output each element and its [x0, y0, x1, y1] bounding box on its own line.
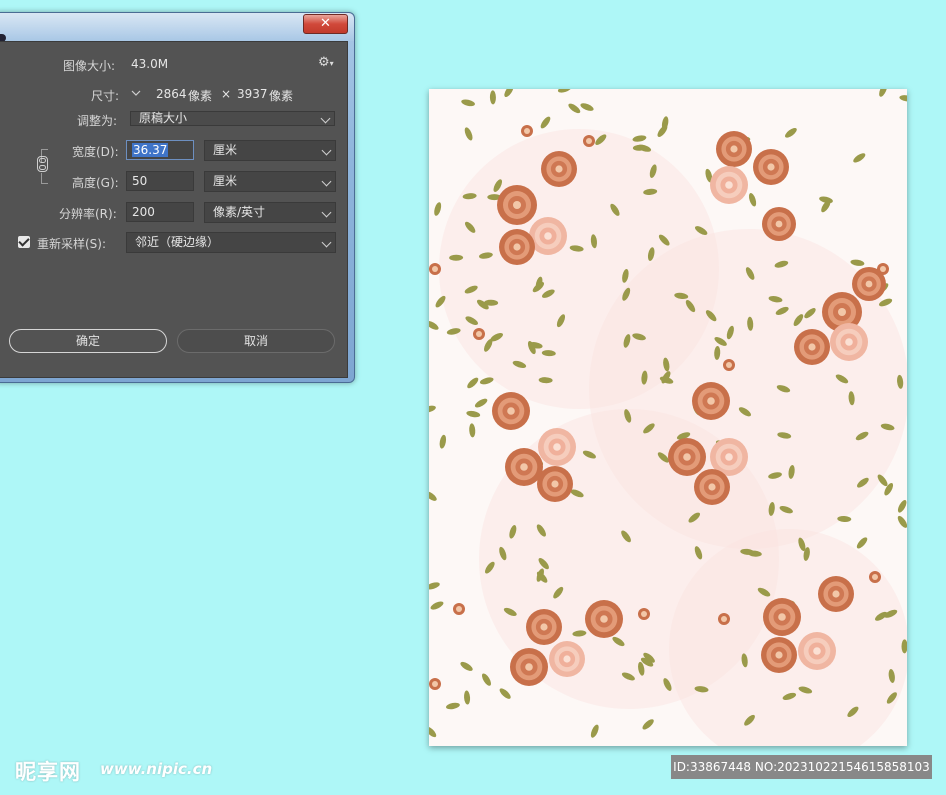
resolution-input[interactable]: 200	[126, 202, 194, 222]
image-size-dialog: 图像大小: 43.0M ⚙▾ 尺寸: 2864 像素 × 3937 像素 调整为…	[0, 41, 348, 378]
width-unit-value: 厘米	[213, 143, 238, 157]
height-value: 50	[132, 174, 148, 188]
resample-value: 邻近（硬边缘）	[135, 235, 220, 249]
width-label: 宽度(D):	[72, 145, 119, 159]
dimensions-height-px: 3937	[237, 87, 268, 101]
image-size-label: 图像大小:	[63, 59, 116, 73]
dimensions-width-px: 2864	[156, 87, 187, 101]
link-icon[interactable]	[37, 156, 48, 172]
chevron-down-icon[interactable]	[131, 88, 141, 98]
fit-to-label: 调整为:	[77, 114, 118, 128]
height-label: 高度(G):	[72, 176, 119, 190]
fit-to-select[interactable]: 原稿大小	[130, 111, 335, 126]
dimensions-times: ×	[221, 87, 232, 101]
dimensions-unit-1: 像素	[188, 89, 213, 103]
cancel-button[interactable]: 取消	[177, 329, 335, 353]
resample-checkbox[interactable]	[18, 236, 30, 248]
height-input[interactable]: 50	[126, 171, 194, 191]
floral-pattern-image	[429, 89, 907, 746]
dimensions-label: 尺寸:	[91, 89, 120, 103]
width-value: 36.37	[132, 143, 169, 157]
close-button[interactable]: ✕	[303, 14, 348, 34]
image-size-value: 43.0M	[131, 57, 169, 71]
width-input[interactable]: 36.37	[126, 140, 194, 160]
gear-icon[interactable]: ⚙▾	[318, 55, 334, 70]
fit-to-value: 原稿大小	[139, 111, 188, 125]
resolution-unit-select[interactable]: 像素/英寸	[204, 202, 336, 223]
dimensions-unit-2: 像素	[269, 89, 294, 103]
height-unit-value: 厘米	[213, 174, 238, 188]
watermark-logo: 昵享网	[15, 760, 81, 784]
watermark-url: www.nipic.cn	[100, 760, 213, 778]
document-canvas	[429, 89, 907, 746]
link-bracket-bottom	[41, 173, 48, 184]
height-unit-select[interactable]: 厘米	[204, 171, 336, 192]
resolution-value: 200	[132, 205, 155, 219]
resolution-label: 分辨率(R):	[59, 207, 117, 221]
width-unit-select[interactable]: 厘米	[204, 140, 336, 161]
resample-label: 重新采样(S):	[37, 237, 107, 251]
resample-select[interactable]: 邻近（硬边缘）	[126, 232, 336, 253]
watermark-id-badge: ID:33867448 NO:20231022154615858103	[671, 755, 932, 779]
ok-button[interactable]: 确定	[9, 329, 167, 353]
resolution-unit-value: 像素/英寸	[213, 205, 266, 219]
